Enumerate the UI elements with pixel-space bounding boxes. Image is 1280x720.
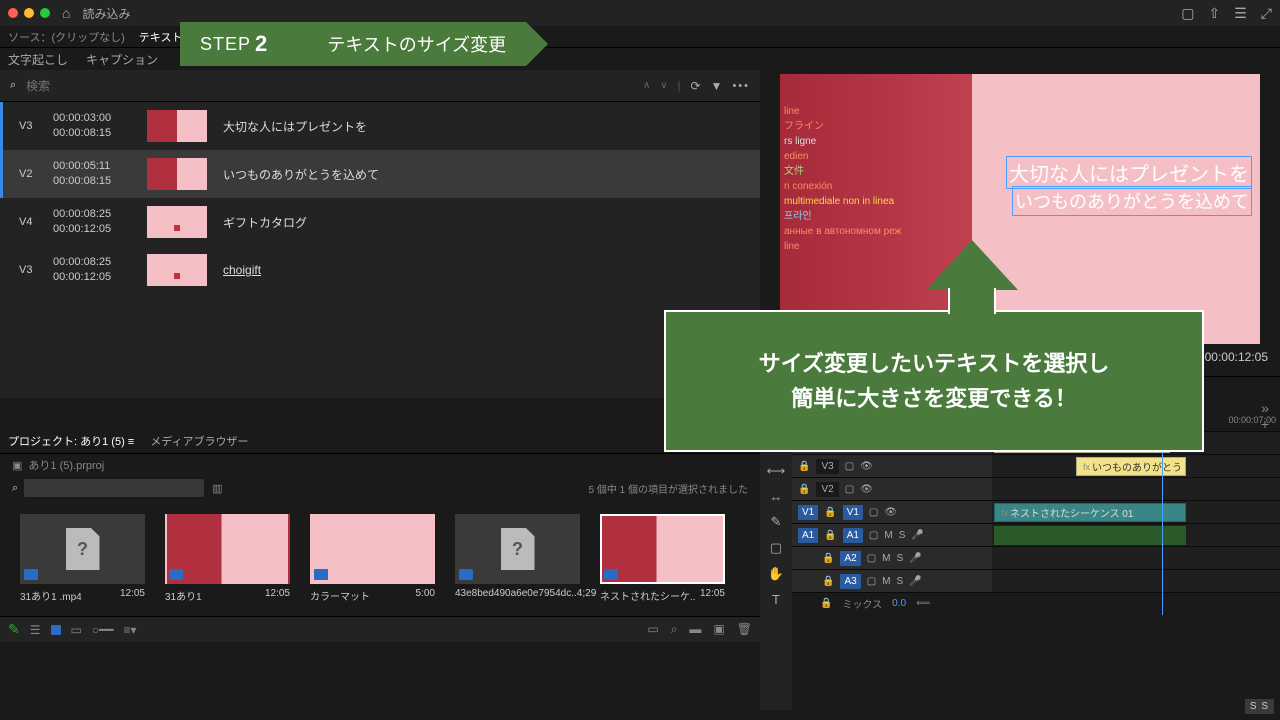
search-icon: ⌕	[12, 482, 18, 495]
track-v2[interactable]: 🔒V2▢👁	[792, 477, 1280, 500]
track-a1[interactable]: A1🔒A1▢MS🎤	[792, 523, 1280, 546]
new-bin-icon[interactable]: ▬	[689, 622, 701, 637]
next-icon[interactable]: ∨	[660, 80, 667, 91]
media-browser-tab[interactable]: メディアブラウザー	[150, 433, 248, 449]
refresh-icon[interactable]: ⟳	[690, 79, 700, 93]
fullscreen-icon[interactable]: ⤢	[1261, 5, 1272, 22]
project-tabs: プロジェクト: あり1 (5) ≡ メディアブラウザー	[0, 428, 760, 454]
icon-view-icon[interactable]	[51, 625, 61, 635]
project-search-input[interactable]	[24, 479, 204, 497]
slip-tool-icon[interactable]: ↔	[770, 489, 783, 504]
bin-item[interactable]: ? 43e8bed490a6e0e7954dc..4;29	[455, 514, 580, 616]
transcript-tab[interactable]: 文字起こし	[8, 51, 68, 68]
text-row[interactable]: V4 00:00:08:2500:00:12:05 ギフトカタログ	[0, 198, 760, 246]
callout-box: サイズ変更したいテキストを選択し簡単に大きさを変更できる！	[664, 310, 1204, 452]
pen-icon[interactable]: ✎	[8, 621, 20, 638]
list-view-icon[interactable]: ☰	[30, 623, 41, 637]
text-search-bar: ⌕ ∧ ∨ | ⟳ ▼ •••	[0, 70, 760, 102]
hand-tool-icon[interactable]: ✋	[768, 566, 784, 582]
thumbnail	[147, 158, 207, 190]
text-row[interactable]: V3 00:00:03:0000:00:08:15 大切な人にはプレゼントを	[0, 102, 760, 150]
menu-icon[interactable]: ☰	[1234, 5, 1247, 22]
project-path: ▣ あり1 (5).prproj	[0, 454, 760, 476]
new-item-icon[interactable]: ▣	[713, 622, 724, 637]
panel-resizer[interactable]	[0, 398, 760, 428]
search-icon: ⌕	[10, 79, 16, 92]
track-a2[interactable]: 🔒A2▢MS🎤	[792, 546, 1280, 569]
side-controls[interactable]: »+	[1250, 400, 1280, 432]
text-row[interactable]: V3 00:00:08:2500:00:12:05 choigift	[0, 246, 760, 294]
arrow-up-icon	[926, 240, 1018, 290]
bin-item[interactable]: ネストされたシーケ..12:05	[600, 514, 725, 616]
automate-icon[interactable]: ▭	[647, 622, 658, 637]
track-a3[interactable]: 🔒A3▢MS🎤	[792, 569, 1280, 592]
thumbnail	[147, 206, 207, 238]
type-tool-icon[interactable]: T	[772, 592, 780, 607]
workspace-tab[interactable]: 読み込み	[82, 5, 130, 22]
title-text-selected[interactable]: 大切な人にはプレゼントを	[1006, 156, 1252, 189]
step-banner: STEP 2 テキストのサイズ変更	[180, 22, 526, 66]
home-icon[interactable]: ⌂	[62, 5, 70, 21]
folder-icon: ▣	[12, 459, 22, 472]
program-canvas[interactable]: lineフラインrs ligneedien文件n conexiónmultime…	[780, 74, 1260, 344]
project-tab[interactable]: プロジェクト: あり1 (5) ≡	[8, 433, 134, 449]
freeform-icon[interactable]: ▭	[71, 623, 82, 637]
pen-tool-icon[interactable]: ✎	[771, 514, 782, 530]
folder-icon[interactable]: ▥	[212, 482, 222, 495]
text-tab[interactable]: テキスト	[139, 29, 183, 45]
track-v3[interactable]: 🔒V3▢👁 fxいつものありがとう	[792, 454, 1280, 477]
thumbnail	[147, 254, 207, 286]
more-icon[interactable]: •••	[732, 80, 750, 92]
bin-item[interactable]: 31あり112:05	[165, 514, 290, 616]
track-v1[interactable]: V1🔒V1▢👁 fxネストされたシーケンス 01	[792, 500, 1280, 523]
project-bin: ? 31あり1 .mp412:05 31あり112:05 カラーマット5:00 …	[0, 500, 760, 616]
prev-icon[interactable]: ∧	[643, 80, 650, 91]
source-tab[interactable]: ソース：(クリップなし)	[8, 29, 125, 45]
quick-export-icon[interactable]: ▢	[1181, 5, 1194, 22]
mix-track[interactable]: 🔒ミックス0.0⟸	[792, 592, 1280, 614]
thumbnail	[147, 110, 207, 142]
find-icon[interactable]: ⌕	[671, 622, 678, 637]
share-icon[interactable]: ⇧	[1209, 5, 1221, 22]
bin-item[interactable]: ? 31あり1 .mp412:05	[20, 514, 145, 616]
trash-icon[interactable]: 🗑	[737, 622, 752, 637]
selection-info: 5 個中 1 個の項目が選択されました	[589, 481, 748, 496]
search-input[interactable]	[26, 79, 633, 93]
offline-media-text: lineフラインrs ligneedien文件n conexiónmultime…	[784, 104, 901, 254]
razor-tool-icon[interactable]: ⟷	[767, 463, 786, 479]
caption-tab[interactable]: キャプション	[86, 51, 158, 68]
subtitle-text-selected[interactable]: いつものありがとうを込めて	[1012, 186, 1252, 216]
text-row[interactable]: V2 00:00:05:1100:00:08:15 いつものありがとうを込めて	[0, 150, 760, 198]
filter-icon[interactable]: ▼	[711, 79, 723, 93]
text-list: V3 00:00:03:0000:00:08:15 大切な人にはプレゼントを V…	[0, 102, 760, 398]
rectangle-tool-icon[interactable]: ▢	[770, 540, 782, 556]
sort-icon[interactable]: ≡▾	[124, 623, 137, 637]
window-controls[interactable]	[8, 8, 50, 18]
project-search-row: ⌕ ▥ 5 個中 1 個の項目が選択されました	[0, 476, 760, 500]
project-toolbar: ✎ ☰ ▭ ○━━ ≡▾ ▭ ⌕ ▬ ▣ 🗑	[0, 616, 760, 642]
zoom-slider[interactable]: ○━━	[92, 623, 114, 637]
ss-badge: S S	[1245, 699, 1274, 714]
program-duration: 00:00:12:05	[1205, 350, 1268, 364]
bin-item[interactable]: カラーマット5:00	[310, 514, 435, 616]
